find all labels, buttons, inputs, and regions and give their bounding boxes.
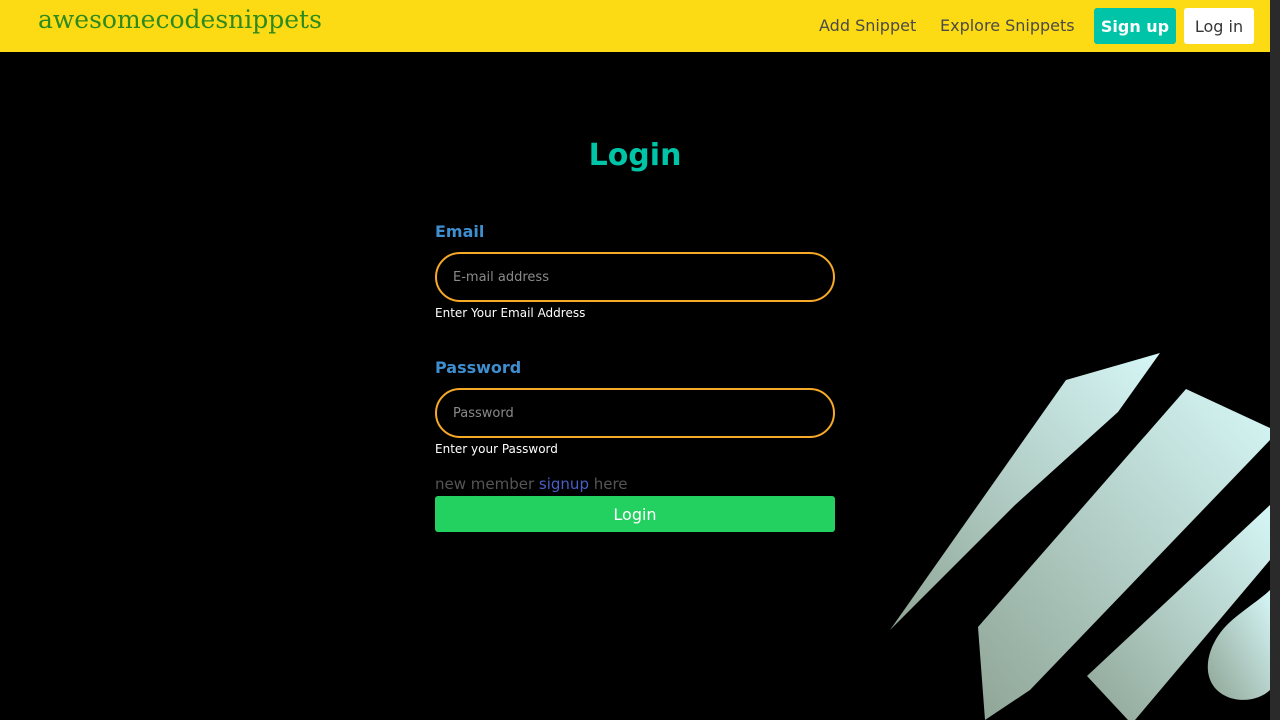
page-title: Login xyxy=(588,138,682,173)
signup-prompt-after: here xyxy=(588,475,628,493)
password-input[interactable] xyxy=(437,390,833,436)
decorative-shard-1 xyxy=(890,353,1160,630)
brand-logo[interactable]: awesomecodesnippets xyxy=(38,5,322,34)
page-scrollbar[interactable] xyxy=(1270,0,1280,720)
email-help-text: Enter Your Email Address xyxy=(435,306,586,320)
password-field-wrapper xyxy=(435,388,835,438)
page: awesomecodesnippets Add Snippet Explore … xyxy=(0,0,1280,720)
signup-prompt-before: new member xyxy=(435,475,539,493)
signup-button[interactable]: Sign up xyxy=(1094,8,1176,44)
password-help-text: Enter your Password xyxy=(435,442,558,456)
email-field-wrapper xyxy=(435,252,835,302)
email-label: Email xyxy=(435,222,485,241)
decorative-shapes xyxy=(890,353,1270,720)
nav-explore-snippets[interactable]: Explore Snippets xyxy=(940,16,1075,35)
login-submit-button[interactable]: Login xyxy=(435,496,835,532)
decorative-shard-3 xyxy=(1087,505,1270,720)
signup-prompt: new member signup here xyxy=(435,475,628,493)
email-input[interactable] xyxy=(437,254,833,300)
login-nav-button[interactable]: Log in xyxy=(1184,8,1254,44)
password-label: Password xyxy=(435,358,522,377)
signup-link[interactable]: signup xyxy=(539,475,589,493)
navbar: awesomecodesnippets Add Snippet Explore … xyxy=(0,0,1270,52)
decorative-drop xyxy=(1207,590,1270,700)
decorative-shard-2 xyxy=(978,389,1270,720)
nav-add-snippet[interactable]: Add Snippet xyxy=(819,16,916,35)
